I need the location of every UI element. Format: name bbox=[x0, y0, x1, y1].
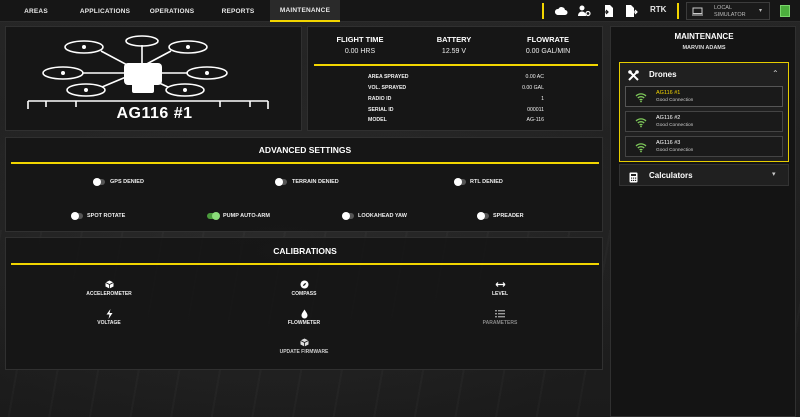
drone-image-panel: AG116 #1 bbox=[5, 26, 302, 131]
status-indicator bbox=[780, 5, 790, 17]
spot-rotate-label: SPOT ROTATE bbox=[87, 213, 126, 219]
divider bbox=[314, 64, 598, 66]
parameters-label: PARAMETERS bbox=[482, 320, 518, 326]
chevron-down-icon: ▾ bbox=[772, 171, 776, 178]
rtk-button[interactable]: RTK bbox=[650, 5, 666, 14]
vol-sprayed-value: 0.00 GAL bbox=[522, 85, 544, 91]
area-sprayed-label: AREA SPRAYED bbox=[368, 74, 409, 80]
calculator-icon bbox=[629, 170, 638, 188]
compass-label: COMPASS bbox=[291, 291, 317, 297]
drone-list-name: AG116 #3 bbox=[656, 140, 681, 146]
drone-list-status: Good Connection bbox=[656, 148, 694, 153]
pump-auto-arm-toggle[interactable] bbox=[207, 212, 220, 220]
tab-maintenance[interactable]: MAINTENANCE bbox=[270, 0, 340, 22]
divider bbox=[11, 162, 599, 164]
sidebar: MAINTENANCE MARVIN ADAMS Drones ⌃ AG116 … bbox=[610, 26, 796, 417]
simulator-label-1: LOCAL bbox=[714, 5, 733, 11]
tab-applications[interactable]: APPLICATIONS bbox=[78, 0, 132, 22]
spreader-toggle[interactable] bbox=[477, 212, 489, 220]
radio-id-value: 1 bbox=[541, 96, 544, 102]
nav-separator bbox=[542, 3, 544, 19]
flight-time-label: FLIGHT TIME bbox=[336, 35, 384, 44]
drones-header-label: Drones bbox=[649, 70, 677, 79]
top-nav: AREAS APPLICATIONS OPERATIONS REPORTS MA… bbox=[0, 0, 800, 22]
cube-icon bbox=[103, 280, 115, 291]
area-sprayed-value: 0.00 AC bbox=[525, 74, 544, 80]
drone-list-name: AG116 #1 bbox=[656, 90, 681, 96]
gps-denied-toggle[interactable] bbox=[93, 178, 105, 186]
simulator-select[interactable]: LOCAL SIMULATOR ▾ bbox=[686, 2, 770, 20]
calibrations-panel: CALIBRATIONS ACCELEROMETER COMPASS LEVEL… bbox=[5, 237, 603, 370]
wifi-icon bbox=[635, 143, 647, 153]
cube-icon bbox=[298, 338, 310, 349]
divider bbox=[11, 263, 599, 265]
update-firmware-label: UPDATE FIRMWARE bbox=[279, 349, 329, 355]
voltage-label: VOLTAGE bbox=[97, 320, 121, 326]
nav-separator bbox=[677, 3, 679, 19]
terrain-denied-label: TERRAIN DENIED bbox=[292, 179, 339, 185]
drones-accordion-header[interactable]: Drones ⌃ bbox=[620, 63, 788, 85]
model-value: AG-116 bbox=[526, 117, 545, 123]
calculators-accordion-header[interactable]: Calculators ▾ bbox=[619, 164, 789, 186]
serial-id-label: SERIAL ID bbox=[368, 107, 394, 113]
serial-id-value: 000011 bbox=[527, 107, 544, 113]
rtl-denied-toggle[interactable] bbox=[454, 178, 466, 186]
advanced-settings-title: ADVANCED SETTINGS bbox=[258, 145, 352, 155]
list-icon bbox=[494, 309, 506, 320]
spot-rotate-toggle[interactable] bbox=[71, 212, 83, 220]
cloud-icon[interactable] bbox=[554, 4, 568, 18]
chevron-down-icon: ▾ bbox=[759, 8, 763, 14]
lookahead-yaw-toggle[interactable] bbox=[342, 212, 354, 220]
wifi-icon bbox=[635, 118, 647, 128]
drone-list-item-1[interactable]: AG116 #1 Good Connection bbox=[625, 86, 783, 107]
flowrate-value: 0.00 GAL/MIN bbox=[525, 48, 571, 55]
tab-reports[interactable]: REPORTS bbox=[218, 0, 258, 22]
export-icon[interactable] bbox=[624, 4, 638, 18]
sidebar-user: MARVIN ADAMS bbox=[682, 45, 726, 51]
drones-accordion: Drones ⌃ AG116 #1 Good Connection AG116 … bbox=[619, 62, 789, 162]
radio-id-label: RADIO ID bbox=[368, 96, 392, 102]
drone-name: AG116 #1 bbox=[116, 105, 193, 122]
wifi-icon bbox=[635, 93, 647, 103]
rtl-denied-label: RTL DENIED bbox=[470, 179, 503, 185]
gps-denied-label: GPS DENIED bbox=[110, 179, 144, 185]
sidebar-title: MAINTENANCE bbox=[674, 32, 734, 41]
chevron-up-icon: ⌃ bbox=[772, 69, 779, 78]
spreader-label: SPREADER bbox=[493, 213, 524, 219]
tab-areas[interactable]: AREAS bbox=[14, 0, 58, 22]
drone-list-item-2[interactable]: AG116 #2 Good Connection bbox=[625, 111, 783, 132]
arrows-horizontal-icon bbox=[494, 280, 506, 291]
level-label: LEVEL bbox=[491, 291, 509, 297]
drone-list-item-3[interactable]: AG116 #3 Good Connection bbox=[625, 136, 783, 157]
flight-time-value: 0.00 HRS bbox=[344, 48, 376, 55]
calculators-header-label: Calculators bbox=[649, 171, 693, 180]
tab-operations[interactable]: OPERATIONS bbox=[146, 0, 198, 22]
drone-list-status: Good Connection bbox=[656, 98, 694, 103]
battery-label: BATTERY bbox=[436, 35, 472, 44]
model-label: MODEL bbox=[368, 117, 387, 123]
battery-value: 12.59 V bbox=[441, 48, 467, 55]
import-icon[interactable] bbox=[601, 4, 615, 18]
stats-panel: FLIGHT TIME 0.00 HRS BATTERY 12.59 V FLO… bbox=[307, 26, 603, 131]
tools-icon bbox=[628, 68, 639, 86]
drone-list-status: Good Connection bbox=[656, 123, 694, 128]
drone-list-name: AG116 #2 bbox=[656, 115, 681, 121]
pump-auto-arm-label: PUMP AUTO-ARM bbox=[223, 213, 270, 219]
flowrate-label: FLOWRATE bbox=[527, 35, 569, 44]
calibrations-title: CALIBRATIONS bbox=[273, 246, 337, 256]
vol-sprayed-label: VOL. SPRAYED bbox=[368, 85, 407, 91]
user-settings-icon[interactable] bbox=[577, 4, 591, 18]
lookahead-yaw-label: LOOKAHEAD YAW bbox=[358, 213, 407, 219]
advanced-settings-panel: ADVANCED SETTINGS GPS DENIED TERRAIN DEN… bbox=[5, 137, 603, 232]
compass-icon bbox=[298, 280, 310, 291]
accelerometer-label: ACCELEROMETER bbox=[86, 291, 132, 297]
terrain-denied-toggle[interactable] bbox=[275, 178, 287, 186]
simulator-label-2: SIMULATOR bbox=[714, 12, 746, 18]
flowmeter-label: FLOWMETER bbox=[287, 320, 321, 326]
monitor-icon bbox=[692, 7, 703, 18]
